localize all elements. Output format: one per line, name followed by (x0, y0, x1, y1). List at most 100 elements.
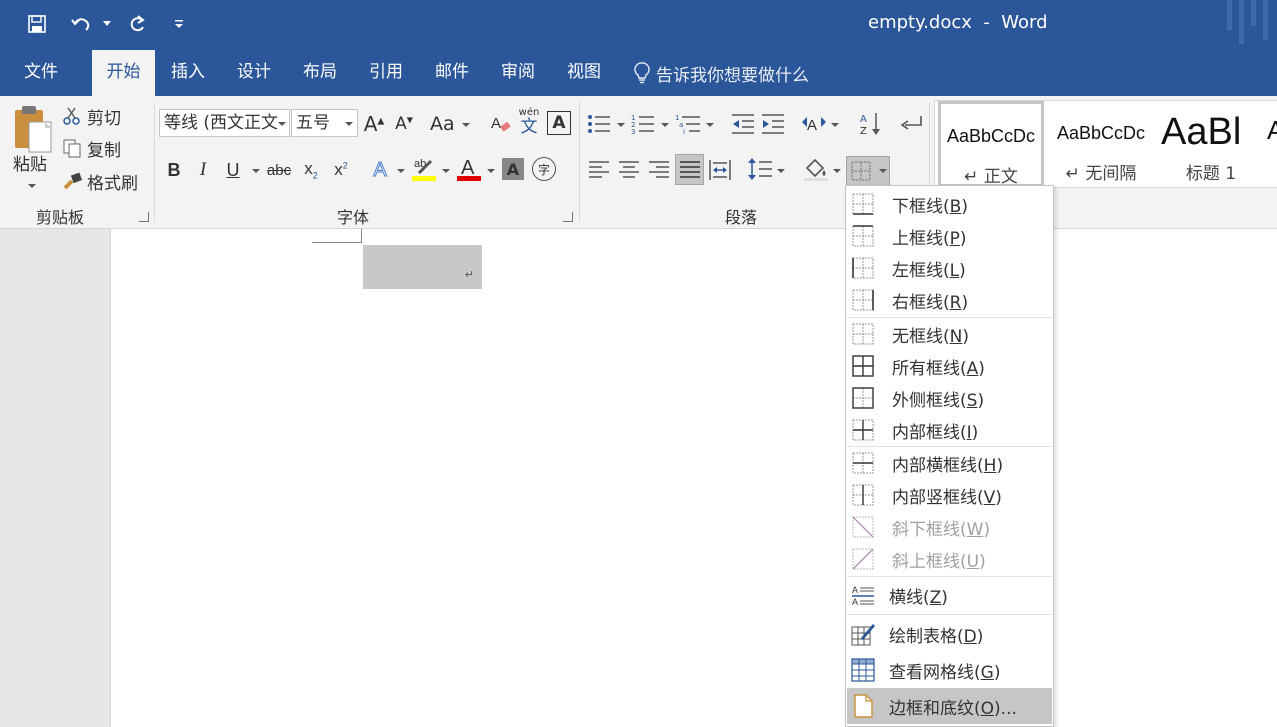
subscript-button[interactable]: x2 (299, 156, 323, 184)
font-group-label: 字体 (337, 208, 370, 227)
highlight-button[interactable]: ab (410, 154, 438, 184)
italic-button[interactable]: I (191, 156, 215, 184)
tab-review[interactable]: 审阅 (497, 50, 539, 96)
menu-item-inside-borders[interactable]: 内部框线(I) (847, 414, 1052, 446)
align-left-button[interactable] (586, 156, 612, 184)
multilevel-list-dropdown-icon[interactable] (706, 123, 714, 127)
menu-item-view-gridlines[interactable]: 查看网格线(G) (847, 653, 1052, 687)
numbering-button[interactable]: 123 (630, 110, 656, 138)
underline-button[interactable]: U (221, 156, 245, 184)
decrease-indent-button[interactable] (730, 110, 756, 138)
superscript-button[interactable]: x2 (329, 156, 353, 184)
paint-bucket-icon (804, 158, 828, 181)
title-decoration (1227, 0, 1268, 44)
font-color-dropdown-icon[interactable] (487, 169, 495, 173)
grow-font-button[interactable]: A▲ (362, 110, 386, 138)
tab-file[interactable]: 文件 (20, 50, 62, 96)
save-icon[interactable] (20, 8, 54, 40)
tell-me-box[interactable]: 告诉我你想要做什么 (634, 50, 809, 96)
format-painter-button[interactable]: 格式刷 (62, 169, 146, 194)
font-size-dropdown-icon[interactable] (345, 122, 353, 126)
menu-item-borders-and-shading[interactable]: 边框和底纹(O)... (847, 688, 1052, 724)
menu-item-hotkey: A (966, 358, 979, 379)
menu-item-draw-table[interactable]: 绘制表格(D) (847, 617, 1052, 651)
svg-text:Z: Z (860, 126, 867, 137)
text-effects-dropdown-icon[interactable] (397, 169, 405, 173)
underline-dropdown-icon[interactable] (252, 169, 260, 173)
shrink-font-button[interactable]: A▼ (392, 110, 416, 138)
character-border-button[interactable]: A (547, 111, 571, 135)
menu-item-inside-vertical-border[interactable]: 内部竖框线(V) (847, 479, 1052, 511)
undo-icon[interactable] (64, 8, 98, 40)
font-name-box[interactable]: 等线 (西文正文 (159, 109, 290, 137)
clear-format-button[interactable]: A (488, 110, 514, 138)
character-shading-button[interactable]: A (502, 158, 524, 180)
menu-item-right-border[interactable]: 右框线(R) (847, 284, 1052, 316)
align-center-button[interactable] (616, 156, 642, 184)
tab-mailings[interactable]: 邮件 (431, 50, 473, 96)
font-launcher-icon[interactable] (563, 212, 573, 222)
paste-label[interactable]: 粘贴 (10, 150, 50, 175)
ribbon-tabs: 文件 开始 插入 设计 布局 引用 邮件 审阅 视图 告诉我你想要做什么 (0, 50, 1277, 96)
tab-layout[interactable]: 布局 (299, 50, 341, 96)
sort-button[interactable]: AZ (858, 109, 884, 139)
cut-button[interactable]: 剪切 (62, 104, 128, 129)
multilevel-list-button[interactable]: 1ai (674, 110, 702, 138)
text-direction-button[interactable]: A (800, 110, 828, 138)
borders-dropdown-icon[interactable] (879, 169, 887, 173)
text-direction-dropdown-icon[interactable] (831, 123, 839, 127)
style-normal[interactable]: AaBbCcDc ↵ 正文 (938, 101, 1044, 187)
font-color-button[interactable]: A (455, 154, 483, 184)
bullets-dropdown-icon[interactable] (617, 123, 625, 127)
shading-dropdown-icon[interactable] (833, 169, 841, 173)
bold-button[interactable]: B (162, 156, 186, 184)
menu-item-top-border[interactable]: 上框线(P) (847, 220, 1052, 252)
tab-home[interactable]: 开始 (92, 50, 155, 96)
selected-table-cell[interactable]: ↵ (363, 245, 482, 289)
tab-insert[interactable]: 插入 (167, 50, 209, 96)
paste-dropdown-icon[interactable] (28, 184, 36, 188)
menu-item-hotkey: B (949, 196, 962, 217)
copy-button[interactable]: 复制 (62, 136, 128, 161)
change-case-dropdown-icon[interactable] (462, 123, 470, 127)
line-spacing-dropdown-icon[interactable] (777, 169, 785, 173)
style-no-spacing[interactable]: AaBbCcDc ↵ 无间隔 (1047, 101, 1155, 187)
menu-item-outside-borders[interactable]: 外侧框线(S) (847, 382, 1052, 414)
menu-item-all-borders[interactable]: 所有框线(A) (847, 350, 1052, 382)
show-formatting-button[interactable] (898, 110, 924, 138)
menu-item-hotkey: G (980, 662, 994, 683)
style-heading-1[interactable]: AaBl 标题 1 (1157, 101, 1265, 187)
tab-design[interactable]: 设计 (233, 50, 275, 96)
menu-item-horizontal-line[interactable]: AA 横线(Z) (847, 578, 1052, 612)
borders-button[interactable] (846, 156, 890, 186)
text-effects-button[interactable]: A (368, 156, 392, 184)
align-right-button[interactable] (646, 156, 672, 184)
justify-button[interactable] (675, 154, 704, 185)
bullets-icon (588, 115, 610, 133)
distributed-button[interactable] (707, 156, 733, 184)
bullets-button[interactable] (586, 110, 612, 138)
tab-view[interactable]: 视图 (563, 50, 605, 96)
highlight-dropdown-icon[interactable] (442, 169, 450, 173)
undo-dropdown-icon[interactable] (98, 8, 116, 40)
menu-item-inside-horizontal-border[interactable]: 内部横框线(H) (847, 447, 1052, 479)
menu-item-left-border[interactable]: 左框线(L) (847, 252, 1052, 284)
enclose-characters-button[interactable]: 字 (532, 157, 556, 181)
strikethrough-button[interactable]: abc (265, 156, 293, 184)
customize-qat-icon[interactable] (170, 8, 188, 40)
redo-icon[interactable] (120, 8, 154, 40)
clipboard-launcher-icon[interactable] (139, 212, 149, 222)
font-name-dropdown-icon[interactable] (278, 122, 286, 126)
numbering-dropdown-icon[interactable] (661, 123, 669, 127)
document-page[interactable]: ↵ (110, 229, 1277, 727)
shading-button[interactable] (802, 154, 830, 184)
subscript-icon: x2 (304, 159, 318, 181)
tab-references[interactable]: 引用 (365, 50, 407, 96)
increase-indent-button[interactable] (760, 110, 786, 138)
menu-item-bottom-border[interactable]: 下框线(B) (847, 188, 1052, 220)
style-heading-2[interactable]: A (1267, 101, 1277, 187)
menu-item-no-border[interactable]: 无框线(N) (847, 318, 1052, 350)
menu-item-label: 边框和底纹 (889, 698, 974, 719)
phonetic-guide-button[interactable]: wén 文 (516, 106, 542, 138)
line-spacing-button[interactable] (746, 154, 774, 184)
